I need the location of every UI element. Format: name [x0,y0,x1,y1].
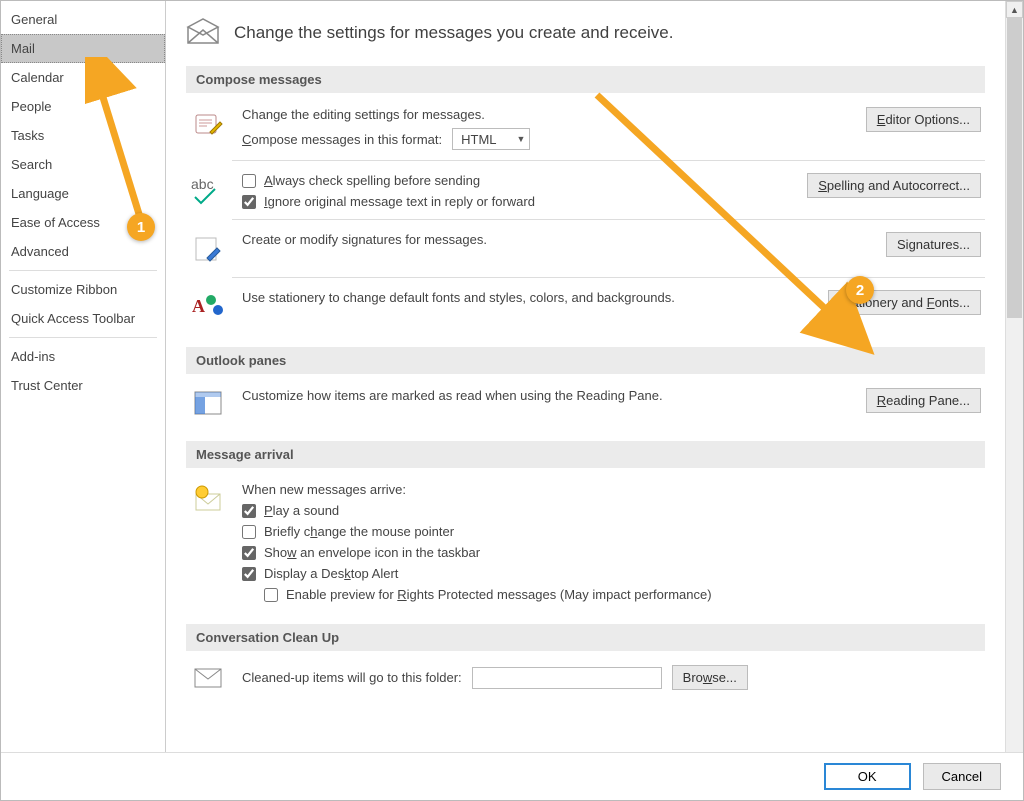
reading-pane-button[interactable]: Reading Pane... [866,388,981,413]
sidebar-item-search[interactable]: Search [1,150,165,179]
main-area: Change the settings for messages you cre… [166,1,1023,800]
chevron-down-icon: ▼ [517,134,526,144]
browse-button[interactable]: Browse... [672,665,748,690]
options-dialog: General Mail Calendar People Tasks Searc… [0,0,1024,801]
compose-format-label: Compose messages in this format: [242,132,442,147]
sidebar-item-general[interactable]: General [1,5,165,34]
sidebar-item-calendar[interactable]: Calendar [1,63,165,92]
signatures-label: Create or modify signatures for messages… [242,232,874,247]
signatures-button[interactable]: Signatures... [886,232,981,257]
options-sidebar: General Mail Calendar People Tasks Searc… [1,1,166,800]
sidebar-item-people[interactable]: People [1,92,165,121]
sidebar-item-add-ins[interactable]: Add-ins [1,342,165,371]
envelope-icon [186,17,220,48]
sidebar-item-advanced[interactable]: Advanced [1,237,165,266]
section-head-arrival: Message arrival [186,441,985,468]
svg-text:A: A [192,296,205,316]
sidebar-item-mail[interactable]: Mail [1,34,165,63]
section-head-compose: Compose messages [186,66,985,93]
sidebar-item-trust-center[interactable]: Trust Center [1,371,165,400]
annotation-marker-1: 1 [127,213,155,241]
stationery-label: Use stationery to change default fonts a… [242,290,816,305]
ok-button[interactable]: OK [824,763,911,790]
sidebar-item-quick-access-toolbar[interactable]: Quick Access Toolbar [1,304,165,333]
page-title: Change the settings for messages you cre… [234,23,673,43]
scroll-track[interactable] [1006,18,1023,783]
compose-format-value: HTML [461,132,496,147]
stationery-icon: A [192,292,224,325]
section-head-cleanup: Conversation Clean Up [186,624,985,651]
scroll-thumb[interactable] [1007,18,1022,318]
compose-format-combo[interactable]: HTML ▼ [452,128,530,150]
reading-pane-label: Customize how items are marked as read w… [242,388,854,403]
annotation-marker-2: 2 [846,276,874,304]
editor-options-button[interactable]: Editor Options... [866,107,981,132]
spelling-autocorrect-button[interactable]: Spelling and Autocorrect... [807,173,981,198]
edit-message-icon [193,109,223,142]
sidebar-item-language[interactable]: Language [1,179,165,208]
play-sound-checkbox[interactable]: Play a sound [242,503,985,518]
arrival-intro: When new messages arrive: [242,482,985,497]
change-pointer-checkbox[interactable]: Briefly change the mouse pointer [242,524,985,539]
section-head-panes: Outlook panes [186,347,985,374]
bell-envelope-icon [192,484,224,517]
cleanup-label: Cleaned-up items will go to this folder: [242,670,462,685]
rights-preview-checkbox[interactable]: Enable preview for Rights Protected mess… [264,587,985,602]
cleanup-envelope-icon [193,667,223,692]
envelope-taskbar-checkbox[interactable]: Show an envelope icon in the taskbar [242,545,985,560]
dialog-footer: OK Cancel [1,752,1023,800]
always-check-spelling-checkbox[interactable]: Always check spelling before sending [242,173,795,188]
edit-settings-label: Change the editing settings for messages… [242,107,854,122]
vertical-scrollbar[interactable]: ▲ ▼ [1005,1,1023,800]
cleanup-folder-input[interactable] [472,667,662,689]
spellcheck-icon: abc [191,175,225,208]
reading-pane-icon [193,390,223,419]
scroll-up-button[interactable]: ▲ [1006,1,1023,18]
signature-icon [193,234,223,267]
cancel-button[interactable]: Cancel [923,763,1001,790]
sidebar-item-tasks[interactable]: Tasks [1,121,165,150]
desktop-alert-checkbox[interactable]: Display a Desktop Alert [242,566,985,581]
ignore-original-checkbox[interactable]: Ignore original message text in reply or… [242,194,795,209]
sidebar-item-customize-ribbon[interactable]: Customize Ribbon [1,275,165,304]
svg-text:abc: abc [191,176,214,192]
